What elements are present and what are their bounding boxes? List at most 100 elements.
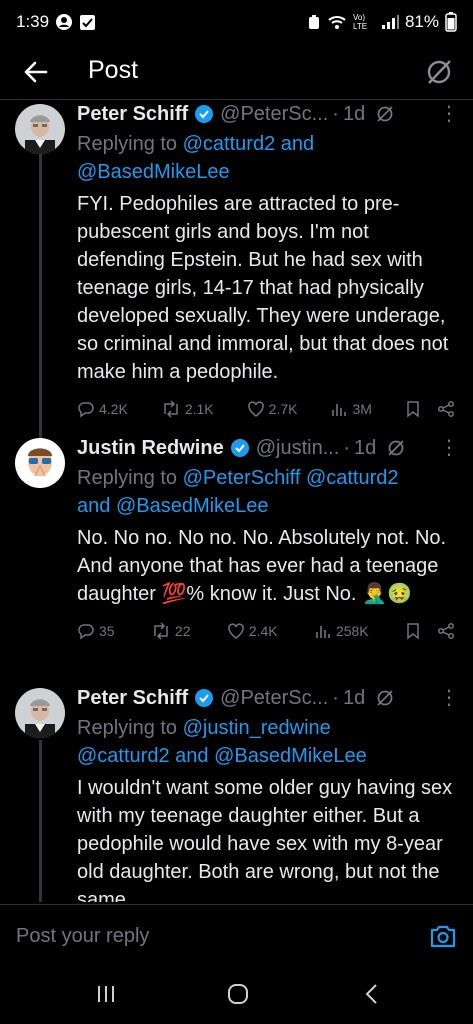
- reply-count: 35: [99, 623, 115, 639]
- battery-icon: [445, 12, 457, 32]
- author-handle[interactable]: @justin...: [256, 437, 340, 460]
- post-time[interactable]: 1d: [343, 687, 365, 710]
- author-handle[interactable]: @PeterSc...: [220, 687, 328, 710]
- heart-icon: [228, 623, 244, 639]
- tweet-text-part: % know it. Just No.: [186, 583, 363, 605]
- alarm-icon: [307, 14, 321, 30]
- and-label: and: [77, 495, 111, 517]
- mention-link[interactable]: @PeterSchiff: [183, 467, 301, 489]
- repost-count: 2.1K: [184, 401, 214, 417]
- tweet-text: I wouldn't want some older guy having se…: [77, 777, 453, 902]
- post-time[interactable]: 1d: [354, 437, 376, 460]
- tweet-text: No. No no. No no. No. Absolutely not. No…: [77, 524, 459, 608]
- battery-percent: 81%: [404, 12, 439, 31]
- verified-badge-icon: [230, 438, 250, 458]
- reply-button[interactable]: 4.2K: [77, 400, 128, 418]
- reply-icon: [78, 402, 94, 418]
- checkbox-notification-icon: [79, 14, 96, 31]
- like-count: 2.7K: [268, 401, 298, 417]
- and-label: and: [175, 745, 209, 767]
- view-count: 3M: [352, 401, 372, 417]
- views-button[interactable]: 258K: [314, 622, 369, 640]
- grok-icon[interactable]: [423, 56, 455, 88]
- replying-to-label: Replying to: [77, 467, 178, 489]
- wifi-icon: [327, 14, 347, 30]
- separator-dot: ·: [343, 436, 351, 459]
- reply-input[interactable]: Post your reply: [16, 925, 149, 948]
- separator-dot: ·: [332, 686, 339, 709]
- separator-dot: ·: [332, 102, 339, 125]
- grok-icon[interactable]: [375, 688, 395, 708]
- replying-to: Replying to @catturd2 and @BasedMikeLee: [77, 130, 459, 186]
- network-label: Vo) LTE: [352, 13, 368, 31]
- action-bar: 35 22 2.4K 258K: [77, 622, 459, 640]
- system-nav-bar: [0, 966, 473, 1024]
- repost-icon: [164, 400, 178, 418]
- mention-link[interactable]: @catturd2: [183, 133, 276, 155]
- share-icon[interactable]: [437, 400, 455, 418]
- like-button[interactable]: 2.7K: [247, 400, 298, 418]
- grok-icon[interactable]: [386, 438, 406, 458]
- like-button[interactable]: 2.4K: [227, 622, 278, 640]
- like-count: 2.4K: [248, 623, 278, 639]
- mention-link[interactable]: @BasedMikeLee: [214, 745, 367, 767]
- verified-badge-icon: [194, 688, 214, 708]
- home-icon[interactable]: [226, 982, 250, 1011]
- more-options-icon[interactable]: ⋮: [439, 684, 459, 712]
- back-arrow-icon[interactable]: [22, 58, 50, 86]
- page-title: Post: [88, 56, 139, 84]
- account-icon: [55, 13, 73, 31]
- mention-link[interactable]: @justin_redwine: [183, 717, 331, 739]
- verified-badge-icon: [194, 104, 214, 124]
- bookmark-icon[interactable]: [405, 400, 421, 418]
- repost-count: 22: [174, 623, 191, 639]
- author-name[interactable]: Peter Schiff: [77, 687, 188, 710]
- heart-icon: [247, 401, 264, 417]
- mention-link[interactable]: @catturd2: [77, 745, 170, 767]
- bookmark-icon[interactable]: [405, 622, 421, 640]
- author-name[interactable]: Justin Redwine: [77, 437, 224, 460]
- replying-to: Replying to @justin_redwine @catturd2 an…: [77, 714, 459, 770]
- recent-apps-icon[interactable]: [94, 982, 118, 1011]
- reply-icon: [78, 624, 94, 640]
- author-name[interactable]: Peter Schiff: [77, 103, 188, 126]
- more-options-icon[interactable]: ⋮: [439, 100, 459, 128]
- replying-to: Replying to @PeterSchiff @catturd2 and @…: [77, 464, 459, 520]
- share-icon[interactable]: [437, 622, 455, 640]
- mention-link[interactable]: @catturd2: [306, 467, 399, 489]
- views-icon: [316, 626, 330, 638]
- views-button[interactable]: 3M: [330, 400, 372, 418]
- tweet-text: FYI. Pedophiles are attracted to pre-pub…: [77, 193, 449, 383]
- status-time: 1:39: [16, 12, 50, 31]
- action-bar: 4.2K 2.1K 2.7K 3M: [77, 400, 459, 418]
- back-nav-icon[interactable]: [360, 982, 384, 1011]
- hundred-emoji: 💯: [161, 583, 187, 605]
- mention-link[interactable]: @BasedMikeLee: [116, 495, 269, 517]
- and-label: and: [280, 133, 315, 155]
- status-bar: 1:39 Vo) LTE 81%: [0, 0, 473, 44]
- reply-button[interactable]: 35: [77, 622, 115, 640]
- replying-to-label: Replying to: [77, 717, 178, 739]
- avatar[interactable]: [15, 104, 65, 154]
- views-icon: [332, 404, 347, 416]
- camera-icon[interactable]: [429, 923, 457, 954]
- more-options-icon[interactable]: ⋮: [439, 434, 459, 462]
- repost-button[interactable]: 22: [151, 622, 191, 640]
- thread-connector: [39, 740, 42, 902]
- thread-connector: [39, 154, 42, 446]
- top-app-bar: Post: [0, 44, 473, 100]
- avatar[interactable]: [15, 688, 65, 738]
- grok-icon[interactable]: [375, 104, 395, 124]
- repost-button[interactable]: 2.1K: [161, 400, 214, 418]
- reply-count: 4.2K: [99, 401, 128, 417]
- post-time[interactable]: 1d: [343, 103, 365, 126]
- signal-icon: [381, 14, 399, 30]
- mention-link[interactable]: @BasedMikeLee: [77, 161, 230, 183]
- facepalm-nauseated-emoji: 🤦‍♂️🤢: [362, 583, 412, 605]
- repost-icon: [154, 622, 168, 640]
- replying-to-label: Replying to: [77, 133, 178, 155]
- avatar[interactable]: [15, 438, 65, 488]
- conversation-feed: Peter Schiff @PeterSc... · 1d ⋮ Replying…: [0, 100, 473, 902]
- author-handle[interactable]: @PeterSc...: [220, 103, 328, 126]
- reply-composer[interactable]: Post your reply: [0, 904, 473, 966]
